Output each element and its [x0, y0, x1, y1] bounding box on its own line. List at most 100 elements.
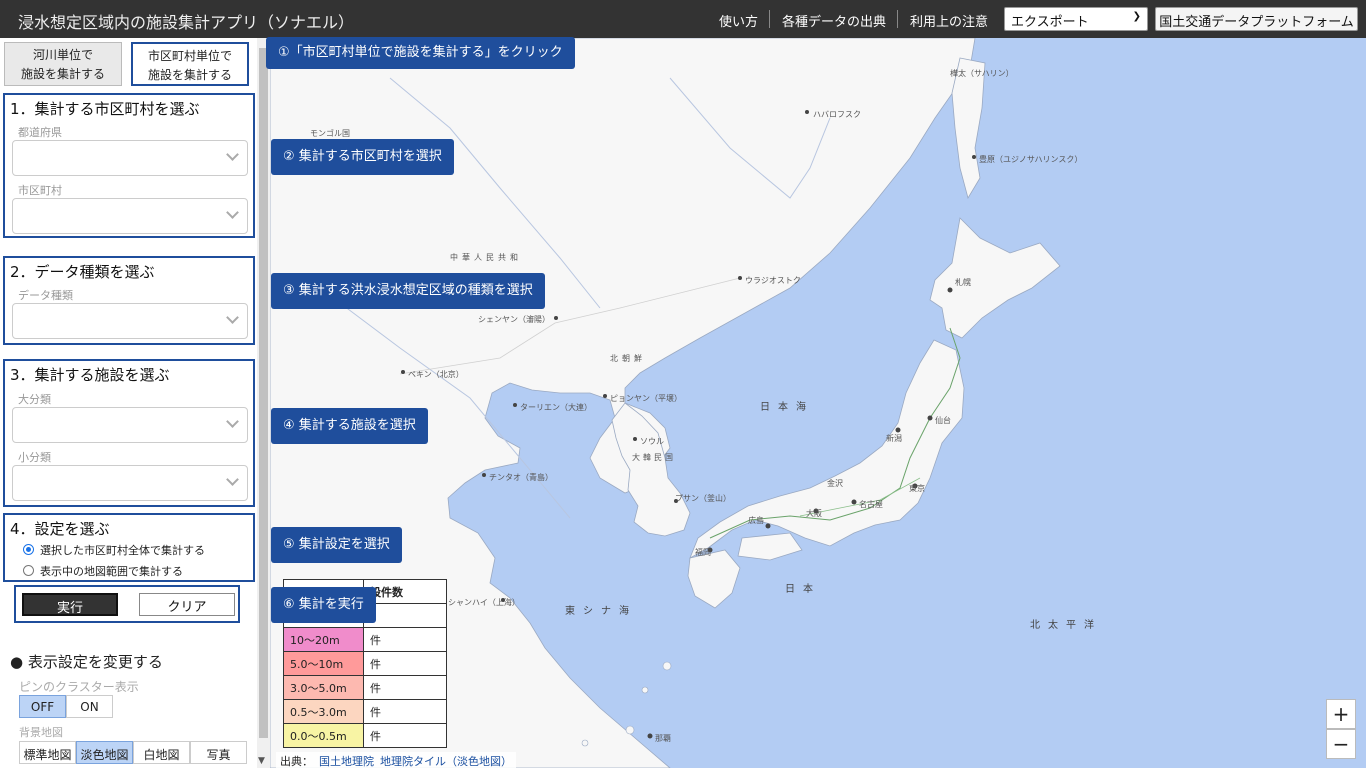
- callout-step-6: ⑥ 集計を実行: [271, 587, 376, 623]
- sea-label: 北太平洋: [1030, 620, 1102, 631]
- basemap-blank[interactable]: 白地図: [133, 741, 190, 764]
- map-label: 仙台: [935, 416, 951, 425]
- kyushu-land: [687, 549, 741, 609]
- map-label: 北朝鮮: [610, 354, 646, 363]
- municipality-select[interactable]: [12, 198, 248, 234]
- map-label: ウラジオストク: [745, 276, 801, 285]
- top-bar: 浸水想定区域内の施設集計アプリ（ソナエル） 使い方 各種データの出典 利用上の注…: [0, 0, 1366, 38]
- island: [625, 725, 635, 735]
- sea-label: 東シナ海: [565, 606, 637, 617]
- export-select[interactable]: エクスポート ❯: [1004, 7, 1148, 31]
- map-label: 大阪: [806, 509, 822, 518]
- legend-depth-cell: 10～20m: [283, 627, 364, 652]
- cluster-on-toggle[interactable]: ON: [66, 695, 113, 718]
- major-category-label: 大分類: [18, 393, 51, 406]
- basemap-photo[interactable]: 写真: [190, 741, 247, 764]
- panel-scrollbar[interactable]: ▼: [257, 38, 270, 768]
- attribution-prefix: 出典：: [280, 755, 313, 768]
- basemap-label: 背景地図: [19, 726, 63, 739]
- scroll-down-icon[interactable]: ▼: [258, 756, 265, 766]
- map-label: ピョンヤン（平壌）: [610, 394, 682, 403]
- map-label: 新潟: [886, 434, 902, 443]
- hokkaido-land: [929, 217, 1061, 339]
- cluster-label: ピンのクラスター表示: [19, 680, 139, 694]
- chevron-down-icon: [226, 206, 239, 219]
- data-source-link[interactable]: 各種データの出典: [782, 11, 886, 30]
- data-type-label: データ種類: [18, 289, 73, 302]
- chevron-down-icon: [226, 473, 239, 486]
- map-label: モンゴル国: [310, 129, 350, 138]
- clear-button[interactable]: クリア: [139, 593, 235, 616]
- sea-label: 日本海: [760, 402, 814, 413]
- left-panel: 河川単位で 施設を集計する 市区町村単位で 施設を集計する 1．集計する市区町村…: [0, 38, 257, 768]
- zoom-in-button[interactable]: +: [1326, 699, 1356, 729]
- gsi-tile-link[interactable]: 地理院タイル（淡色地図）: [380, 755, 512, 768]
- minor-category-select[interactable]: [12, 465, 248, 501]
- legend-header-count: 設件数: [363, 579, 447, 604]
- map-label: 豊原（ユジノサハリンスク）: [979, 155, 1083, 164]
- callout-step-4: ④ 集計する施設を選択: [271, 408, 428, 444]
- map-label: チンタオ（青島）: [489, 473, 553, 482]
- display-settings-title: ● 表示設定を変更する: [10, 653, 163, 671]
- map-label: 金沢: [827, 479, 843, 488]
- honshu-land: [689, 339, 965, 559]
- terms-link[interactable]: 利用上の注意: [910, 11, 988, 30]
- island: [641, 686, 649, 694]
- radio-map-view[interactable]: 表示中の地図範囲で集計する: [23, 563, 183, 579]
- legend-count-cell: [363, 603, 447, 628]
- section-facility: 3．集計する施設を選ぶ 大分類 小分類: [3, 359, 255, 507]
- radio-checked-icon[interactable]: [23, 544, 34, 555]
- island: [581, 739, 589, 747]
- legend-depth-cell: 0.0～0.5m: [283, 723, 364, 748]
- section-municipality: 1．集計する市区町村を選ぶ 都道府県 市区町村: [3, 93, 255, 238]
- map-attribution: 出典： 国土地理院 地理院タイル（淡色地図）: [276, 752, 516, 768]
- run-button[interactable]: 実行: [22, 593, 118, 616]
- basemap-standard[interactable]: 標準地図: [19, 741, 76, 764]
- radio-whole-municipality[interactable]: 選択した市区町村全体で集計する: [23, 542, 205, 558]
- app-title: 浸水想定区域内の施設集計アプリ（ソナエル）: [18, 13, 355, 32]
- section-data-type: 2．データ種類を選ぶ データ種類: [3, 256, 255, 345]
- legend-depth-cell: 5.0～10m: [283, 651, 364, 676]
- chevron-down-icon: [226, 415, 239, 428]
- section-municipality-title: 1．集計する市区町村を選ぶ: [10, 100, 200, 118]
- legend-row: 3.0～5.0m 件: [283, 675, 447, 700]
- prefecture-select[interactable]: [12, 140, 248, 176]
- radio-unchecked-icon[interactable]: [23, 565, 34, 576]
- tab-river[interactable]: 河川単位で 施設を集計する: [4, 42, 122, 86]
- callout-step-1: ①「市区町村単位で施設を集計する」をクリック: [266, 37, 575, 69]
- cluster-off-toggle[interactable]: OFF: [19, 695, 66, 718]
- minor-category-label: 小分類: [18, 451, 51, 464]
- legend-row: 0.0～0.5m 件: [283, 723, 447, 748]
- legend-depth-cell: 0.5～3.0m: [283, 699, 364, 724]
- map-label: 広島: [748, 516, 764, 525]
- nav-divider: [897, 10, 898, 28]
- map-label: 樺太（サハリン）: [950, 69, 1014, 78]
- major-category-select[interactable]: [12, 407, 248, 443]
- legend-count-cell: 件: [363, 675, 447, 700]
- legend-row: 0.5～3.0m 件: [283, 699, 447, 724]
- legend-count-cell: 件: [363, 723, 447, 748]
- radio-whole-label: 選択した市区町村全体で集計する: [40, 544, 205, 557]
- legend-row: 5.0～10m 件: [283, 651, 447, 676]
- action-box: 実行 クリア: [14, 585, 240, 623]
- legend-row: 10～20m 件: [283, 627, 447, 652]
- scrollbar-thumb[interactable]: [259, 48, 268, 738]
- basemap-pale[interactable]: 淡色地図: [76, 741, 133, 764]
- map-label: ターリエン（大連）: [520, 403, 592, 412]
- map-label: 中華人民共和: [450, 253, 522, 262]
- map-label: 大韓民国: [632, 453, 676, 462]
- data-type-select[interactable]: [12, 303, 248, 339]
- callout-step-2: ② 集計する市区町村を選択: [271, 139, 454, 175]
- map-label: プサン（釜山）: [675, 494, 731, 503]
- map-label: 東京: [909, 484, 925, 493]
- map-label: ソウル: [640, 437, 664, 446]
- platform-button[interactable]: 国土交通データプラットフォーム: [1155, 7, 1358, 31]
- map-label: ハバロフスク: [813, 110, 861, 119]
- map-label: 那覇: [655, 734, 671, 743]
- chevron-down-icon: ❯: [1132, 11, 1141, 22]
- usage-link[interactable]: 使い方: [719, 11, 758, 30]
- gsi-link[interactable]: 国土地理院: [319, 755, 374, 768]
- legend-count-cell: 件: [363, 627, 447, 652]
- tab-municipality[interactable]: 市区町村単位で 施設を集計する: [131, 42, 249, 86]
- zoom-out-button[interactable]: −: [1326, 729, 1356, 759]
